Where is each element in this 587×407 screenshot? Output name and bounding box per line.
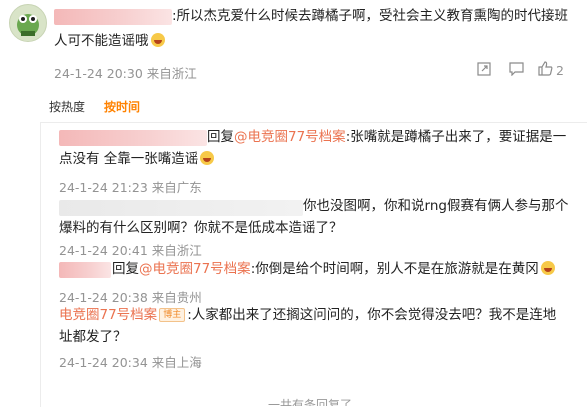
reply-username-redacted[interactable]	[59, 130, 207, 146]
tab-by-hot[interactable]: 按热度	[49, 98, 85, 115]
laugh-emoji-icon	[540, 261, 555, 275]
like-count: 2	[556, 63, 564, 78]
more-replies-link[interactable]: 一共有条回复了	[268, 396, 352, 406]
reply-text-line1: 电竞圈77号档案 博主:人家都出来了还搁这问问的，你不会觉得没去吧？我不是连地	[59, 307, 557, 323]
mention-link[interactable]: @电竞圈77号档案	[234, 129, 346, 145]
comment-icon[interactable]	[509, 62, 524, 80]
tab-by-time[interactable]: 按时间	[104, 98, 140, 115]
reply-text-line1: 回复@电竞圈77号档案:你倒是给个时间啊，别人不是在旅游就是在黄冈	[112, 259, 555, 280]
reply-text-line1: 你也没图啊，你和说rng假赛有俩人参与那个	[303, 198, 569, 214]
username-redacted[interactable]	[54, 9, 172, 25]
blogger-badge: 博主	[159, 308, 186, 322]
like-icon[interactable]	[538, 61, 553, 80]
avatar[interactable]	[9, 4, 47, 42]
reply-username-redacted[interactable]	[59, 262, 111, 278]
reply-text-line2: 址都发了？	[59, 329, 127, 345]
laugh-emoji-icon	[200, 151, 215, 165]
reply-meta: 24-1-24 20:41 来自浙江	[59, 243, 202, 258]
mention-link[interactable]: @电竞圈77号档案	[139, 261, 251, 277]
comment-meta: 24-1-24 20:30 来自浙江	[54, 66, 197, 81]
reply-meta: 24-1-24 20:38 来自贵州	[59, 290, 202, 305]
author-link[interactable]: 电竞圈77号档案	[59, 307, 157, 323]
share-icon[interactable]	[477, 62, 491, 80]
comment-text-line2: 人可不能造谣哦	[54, 31, 165, 52]
smile-emoji-icon	[150, 33, 165, 47]
comment-text-line1: :所以杰克爱什么时候去蹲橘子啊，受社会主义教育熏陶的时代接班	[172, 8, 569, 24]
reply-text-line2: 点没有 全靠一张嘴造谣	[59, 149, 215, 170]
reply-meta: 24-1-24 20:34 来自上海	[59, 355, 202, 370]
reply-text-line1: 回复@电竞圈77号档案:张嘴就是蹲橘子出来了，要证据是一	[207, 129, 567, 145]
reply-meta: 24-1-24 21:23 来自广东	[59, 180, 202, 195]
reply-username-redacted[interactable]	[59, 200, 303, 216]
reply-text-line2: 爆料的有什么区别啊？你就不是低成本造谣了？	[59, 220, 343, 236]
